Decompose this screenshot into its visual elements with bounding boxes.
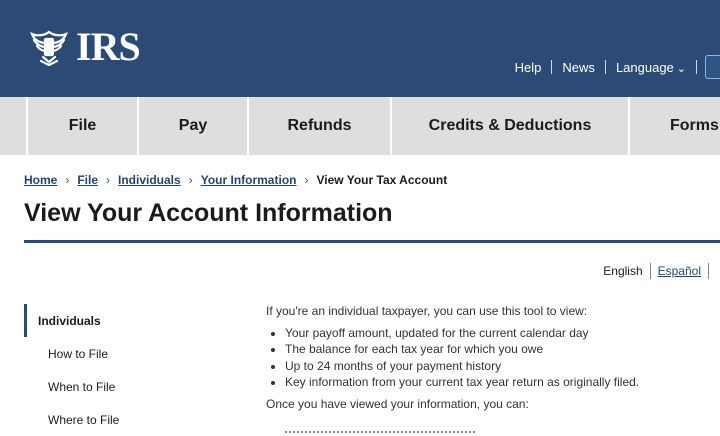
- logo-wordmark: IRS: [76, 24, 141, 69]
- main-nav: File Pay Refunds Credits & Deductions Fo…: [0, 97, 720, 155]
- sidebar-item-where-to-file[interactable]: Where to File: [24, 403, 234, 436]
- eagle-icon: [30, 30, 68, 67]
- chevron-right-icon: ›: [304, 173, 309, 187]
- sidebar-item-how-to-file[interactable]: How to File: [24, 337, 234, 370]
- list-item: Key information from your current tax ye…: [285, 374, 706, 391]
- language-label: Language: [615, 59, 674, 75]
- breadcrumb-current: View Your Tax Account: [316, 173, 448, 187]
- nav-spacer: [0, 97, 28, 155]
- irs-logo[interactable]: IRS: [28, 24, 141, 70]
- list-item: Up to 24 months of your payment history: [285, 358, 706, 375]
- nav-tab-refunds[interactable]: Refunds: [249, 97, 392, 155]
- sidebar-item-individuals[interactable]: Individuals: [24, 304, 234, 337]
- chevron-down-icon: ⌄: [676, 62, 686, 75]
- breadcrumb-file[interactable]: File: [77, 173, 98, 187]
- language-divider: [649, 263, 651, 279]
- breadcrumb-home[interactable]: Home: [24, 173, 57, 187]
- chevron-right-icon: ›: [188, 173, 193, 187]
- language-divider: [708, 263, 709, 279]
- title-divider: [24, 240, 720, 243]
- main-content: If you're an individual taxpayer, you ca…: [266, 303, 706, 412]
- help-link[interactable]: Help: [505, 60, 552, 75]
- site-header: IRS Help News Language ⌄: [0, 0, 720, 97]
- language-english[interactable]: English: [603, 264, 642, 278]
- language-switch: English Español: [603, 263, 716, 279]
- language-menu[interactable]: Language ⌄: [606, 60, 696, 75]
- list-item: Your payoff amount, updated for the curr…: [285, 325, 706, 342]
- breadcrumb: Home › File › Individuals › Your Informa…: [24, 173, 447, 187]
- followup-text: Once you have viewed your information, y…: [266, 396, 529, 411]
- sidebar-item-when-to-file[interactable]: When to File: [24, 370, 234, 403]
- chevron-right-icon: ›: [65, 173, 70, 187]
- intro-text: If you're an individual taxpayer, you ca…: [266, 304, 588, 318]
- page-title: View Your Account Information: [24, 199, 393, 227]
- language-espanol-link[interactable]: Español: [658, 264, 701, 278]
- search-toggle-button[interactable]: [705, 55, 720, 79]
- utility-nav: Help News Language ⌄: [505, 55, 720, 79]
- news-link[interactable]: News: [552, 60, 605, 75]
- list-item: The balance for each tax year for which …: [285, 341, 706, 358]
- sidebar-nav: Individuals How to File When to File Whe…: [24, 304, 234, 436]
- chevron-right-icon: ›: [106, 173, 111, 187]
- nav-tab-pay[interactable]: Pay: [139, 97, 249, 155]
- utility-divider: [696, 60, 697, 74]
- nav-tab-credits-deductions[interactable]: Credits & Deductions: [392, 97, 630, 155]
- feature-list: Your payoff amount, updated for the curr…: [266, 325, 706, 391]
- breadcrumb-individuals[interactable]: Individuals: [118, 173, 181, 187]
- breadcrumb-your-information[interactable]: Your Information: [201, 173, 297, 187]
- nav-tab-forms[interactable]: Forms: [630, 97, 720, 155]
- nav-tab-file[interactable]: File: [28, 97, 139, 155]
